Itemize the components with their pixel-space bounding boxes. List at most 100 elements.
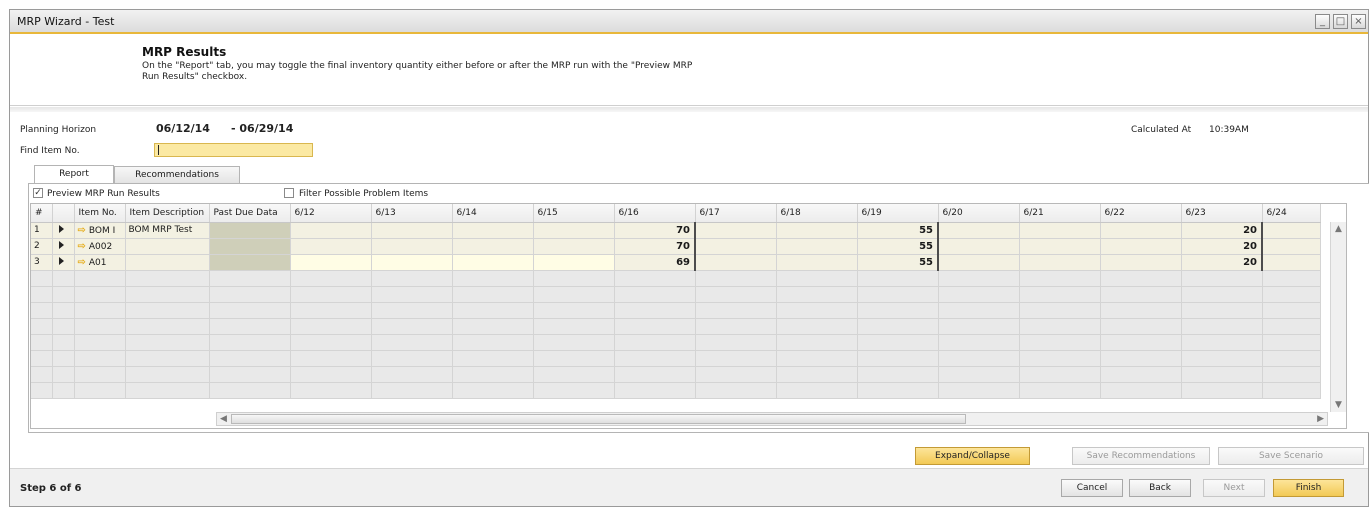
quantity-cell[interactable]	[776, 254, 858, 271]
save-scenario-button[interactable]: Save Scenario	[1218, 447, 1364, 465]
expand-arrow-icon[interactable]	[58, 224, 64, 233]
column-header[interactable]: 6/14	[452, 204, 534, 223]
empty-cell	[290, 318, 372, 335]
item-no-cell[interactable]: ⇨ A01	[74, 254, 126, 271]
quantity-cell[interactable]	[1262, 238, 1321, 255]
quantity-cell[interactable]	[452, 238, 534, 255]
empty-cell	[290, 334, 372, 351]
column-header[interactable]: 6/23	[1181, 204, 1263, 223]
quantity-cell[interactable]	[695, 254, 777, 271]
quantity-cell[interactable]: 20	[1181, 221, 1263, 239]
column-header[interactable]: 6/20	[938, 204, 1020, 223]
preview-checkbox-label[interactable]: Preview MRP Run Results	[47, 189, 160, 199]
vertical-scrollbar[interactable]: ▲ ▼	[1330, 222, 1346, 412]
table-row[interactable]: 3 ⇨ A01 69 55 20	[31, 253, 1321, 271]
tab-recommendations[interactable]: Recommendations	[114, 166, 240, 183]
column-header[interactable]: 6/17	[695, 204, 777, 223]
quantity-cell[interactable]	[371, 222, 453, 239]
column-header[interactable]: Item No.	[74, 204, 126, 223]
expand-collapse-button[interactable]: Expand/Collapse	[915, 447, 1030, 465]
column-header[interactable]: 6/15	[533, 204, 615, 223]
table-row[interactable]: 2 ⇨ A002 70 55 20	[31, 237, 1321, 255]
close-icon[interactable]: ×	[1351, 14, 1366, 29]
item-no-cell[interactable]: ⇨ BOM I	[74, 222, 126, 239]
quantity-cell[interactable]: 55	[857, 253, 939, 271]
back-button[interactable]: Back	[1129, 479, 1191, 497]
scroll-left-icon[interactable]: ◀	[220, 414, 227, 424]
finish-button[interactable]: Finish	[1273, 479, 1344, 497]
quantity-cell[interactable]	[1262, 222, 1321, 239]
quantity-cell[interactable]	[938, 254, 1020, 271]
tab-report[interactable]: Report	[34, 165, 114, 183]
quantity-cell[interactable]	[533, 254, 615, 271]
quantity-cell[interactable]	[533, 222, 615, 239]
table-row[interactable]: 1 ⇨ BOM I BOM MRP Test 70 55 20	[31, 221, 1321, 239]
quantity-cell[interactable]	[776, 238, 858, 255]
scroll-up-icon[interactable]: ▲	[1335, 224, 1342, 234]
find-item-input[interactable]	[154, 143, 313, 157]
link-arrow-icon[interactable]: ⇨	[78, 257, 86, 268]
cancel-button[interactable]: Cancel	[1061, 479, 1123, 497]
filter-checkbox[interactable]	[284, 188, 294, 198]
quantity-cell[interactable]	[695, 238, 777, 255]
column-header[interactable]: Past Due Data	[209, 204, 291, 223]
column-header[interactable]: 6/16	[614, 204, 696, 223]
quantity-cell[interactable]: 70	[614, 221, 696, 239]
quantity-cell[interactable]	[695, 222, 777, 239]
column-header[interactable]: 6/18	[776, 204, 858, 223]
expand-arrow-icon[interactable]	[58, 256, 64, 265]
quantity-cell[interactable]	[938, 238, 1020, 255]
quantity-cell[interactable]	[776, 222, 858, 239]
column-header[interactable]: 6/22	[1100, 204, 1182, 223]
quantity-cell[interactable]	[371, 254, 453, 271]
quantity-cell[interactable]	[1019, 222, 1101, 239]
quantity-cell[interactable]	[938, 222, 1020, 239]
quantity-cell[interactable]	[1019, 238, 1101, 255]
scroll-thumb[interactable]	[231, 414, 966, 424]
scroll-right-icon[interactable]: ▶	[1317, 414, 1324, 424]
quantity-cell[interactable]	[290, 238, 372, 255]
column-header[interactable]: 6/21	[1019, 204, 1101, 223]
scroll-down-icon[interactable]: ▼	[1335, 400, 1342, 410]
link-arrow-icon[interactable]: ⇨	[78, 241, 86, 252]
title-bar[interactable]: MRP Wizard - Test _ □ ×	[10, 10, 1368, 34]
link-arrow-icon[interactable]: ⇨	[78, 225, 86, 236]
column-header[interactable]: Item Description	[125, 204, 210, 223]
horizontal-scrollbar[interactable]: ◀ ▶	[216, 412, 1328, 426]
quantity-cell[interactable]	[371, 238, 453, 255]
row-expand-cell[interactable]	[52, 254, 75, 271]
preview-checkbox[interactable]: ✓	[33, 188, 43, 198]
column-header[interactable]: 6/13	[371, 204, 453, 223]
quantity-cell[interactable]: 55	[857, 221, 939, 239]
row-expand-cell[interactable]	[52, 238, 75, 255]
quantity-cell[interactable]	[290, 222, 372, 239]
column-header[interactable]: 6/12	[290, 204, 372, 223]
quantity-cell[interactable]	[1100, 254, 1182, 271]
quantity-cell[interactable]: 70	[614, 237, 696, 255]
expand-arrow-icon[interactable]	[58, 240, 64, 249]
quantity-cell[interactable]	[1100, 238, 1182, 255]
save-recommendations-button[interactable]: Save Recommendations	[1072, 447, 1210, 465]
maximize-icon[interactable]: □	[1333, 14, 1348, 29]
column-header[interactable]: 6/24	[1262, 204, 1321, 223]
minimize-icon[interactable]: _	[1315, 14, 1330, 29]
column-header[interactable]: 6/19	[857, 204, 939, 223]
quantity-cell[interactable]: 69	[614, 253, 696, 271]
quantity-cell[interactable]	[290, 254, 372, 271]
quantity-cell[interactable]: 20	[1181, 253, 1263, 271]
next-button[interactable]: Next	[1203, 479, 1265, 497]
column-header[interactable]	[52, 204, 75, 223]
item-no-cell[interactable]: ⇨ A002	[74, 238, 126, 255]
mrp-results-grid[interactable]: # Item No. Item Description Past Due Dat…	[30, 203, 1347, 429]
quantity-cell[interactable]	[452, 222, 534, 239]
quantity-cell[interactable]	[1262, 254, 1321, 271]
filter-checkbox-label[interactable]: Filter Possible Problem Items	[299, 189, 428, 199]
quantity-cell[interactable]: 55	[857, 237, 939, 255]
quantity-cell[interactable]: 20	[1181, 237, 1263, 255]
row-expand-cell[interactable]	[52, 222, 75, 239]
column-header[interactable]: #	[31, 204, 53, 223]
quantity-cell[interactable]	[1100, 222, 1182, 239]
quantity-cell[interactable]	[452, 254, 534, 271]
quantity-cell[interactable]	[1019, 254, 1101, 271]
quantity-cell[interactable]	[533, 238, 615, 255]
